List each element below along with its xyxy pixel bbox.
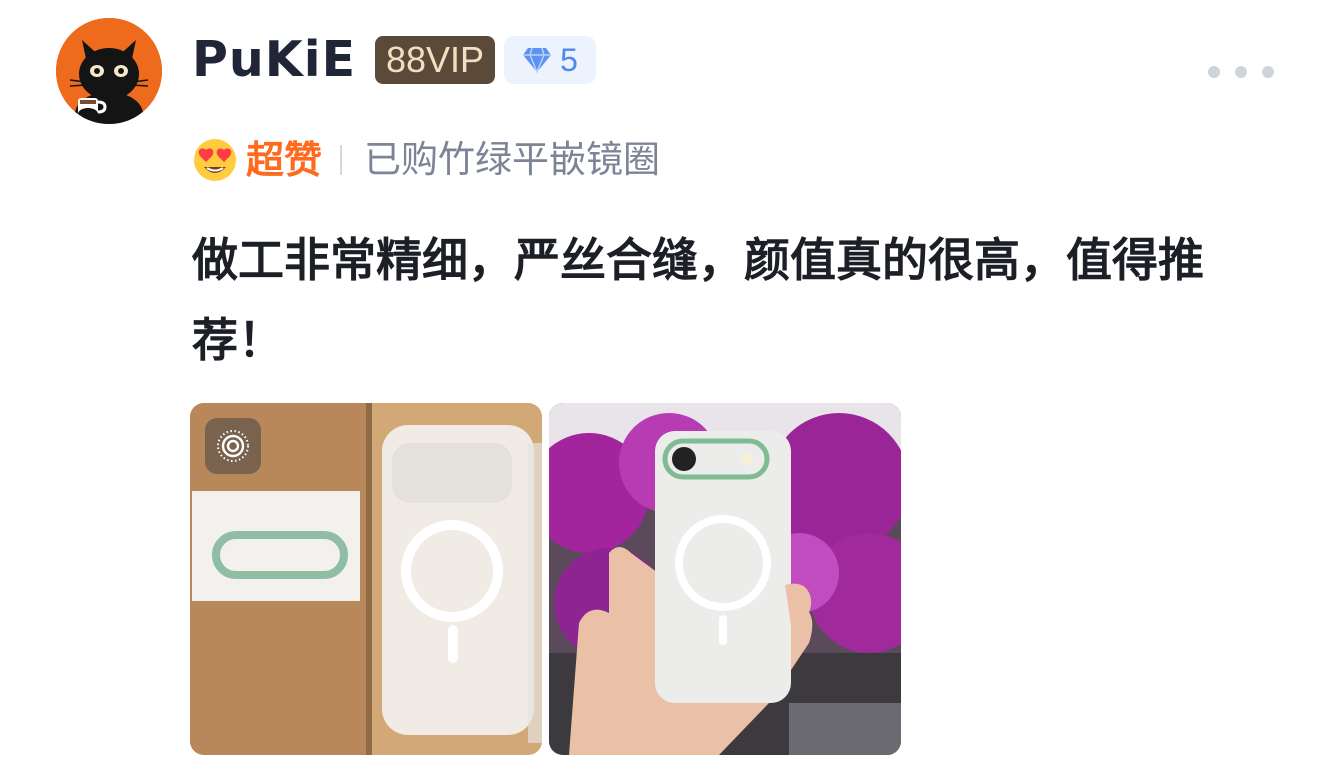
more-dot <box>1235 66 1247 78</box>
review-text: 做工非常精细，严丝合缝，颜值真的很高，值得推荐！ <box>192 233 1204 367</box>
heart-eyes-emoji-icon <box>194 139 236 181</box>
user-level-number: 5 <box>560 42 578 78</box>
live-photo-icon <box>217 430 249 462</box>
more-dot <box>1262 66 1274 78</box>
more-dots-icon <box>1208 66 1220 78</box>
user-level-badge: 5 <box>504 36 596 84</box>
review-photo-1[interactable] <box>190 403 542 755</box>
vip-badge: 88VIP <box>375 36 496 84</box>
live-photo-badge <box>205 418 261 474</box>
divider <box>340 145 343 175</box>
photo-phone-in-hand <box>549 403 901 755</box>
diamond-icon <box>523 47 552 73</box>
review-card: PuKiE 88VIP 5 超赞 已购竹绿平嵌镜圈 做工非常精细，严丝合缝，颜值… <box>0 0 1320 774</box>
rating-label: 超赞 <box>246 138 323 182</box>
black-cat-avatar-image <box>56 18 162 124</box>
username[interactable]: PuKiE <box>192 30 356 90</box>
more-options-button[interactable] <box>1208 58 1274 86</box>
purchased-spec: 已购竹绿平嵌镜圈 <box>364 138 661 181</box>
user-avatar[interactable] <box>56 18 162 124</box>
rating-row: 超赞 已购竹绿平嵌镜圈 <box>192 134 660 186</box>
review-photo-2[interactable] <box>549 403 901 755</box>
